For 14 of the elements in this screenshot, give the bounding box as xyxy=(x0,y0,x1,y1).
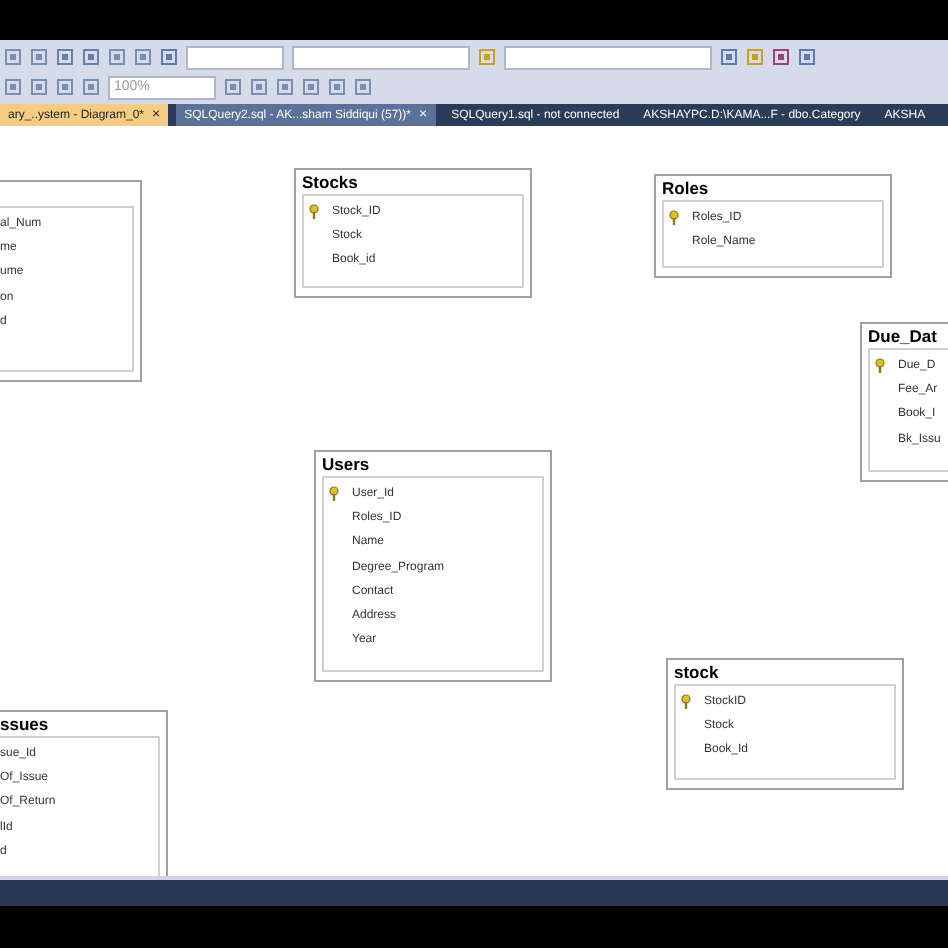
table-title: stock xyxy=(674,662,721,684)
key-icon xyxy=(308,204,320,221)
key-icon xyxy=(680,694,692,711)
table-title: Due_Dat xyxy=(868,326,939,348)
key-icon xyxy=(328,486,340,503)
table-title: ssues xyxy=(0,714,51,736)
table-title: Stocks xyxy=(302,172,360,194)
table-title: Users xyxy=(322,454,372,476)
key-icon xyxy=(874,358,886,375)
dropdown-field[interactable] xyxy=(186,45,284,69)
dropdown-field[interactable] xyxy=(504,45,712,69)
dropdown-field[interactable] xyxy=(292,45,470,69)
key-icon xyxy=(668,210,680,227)
table-title: Roles xyxy=(662,178,711,200)
